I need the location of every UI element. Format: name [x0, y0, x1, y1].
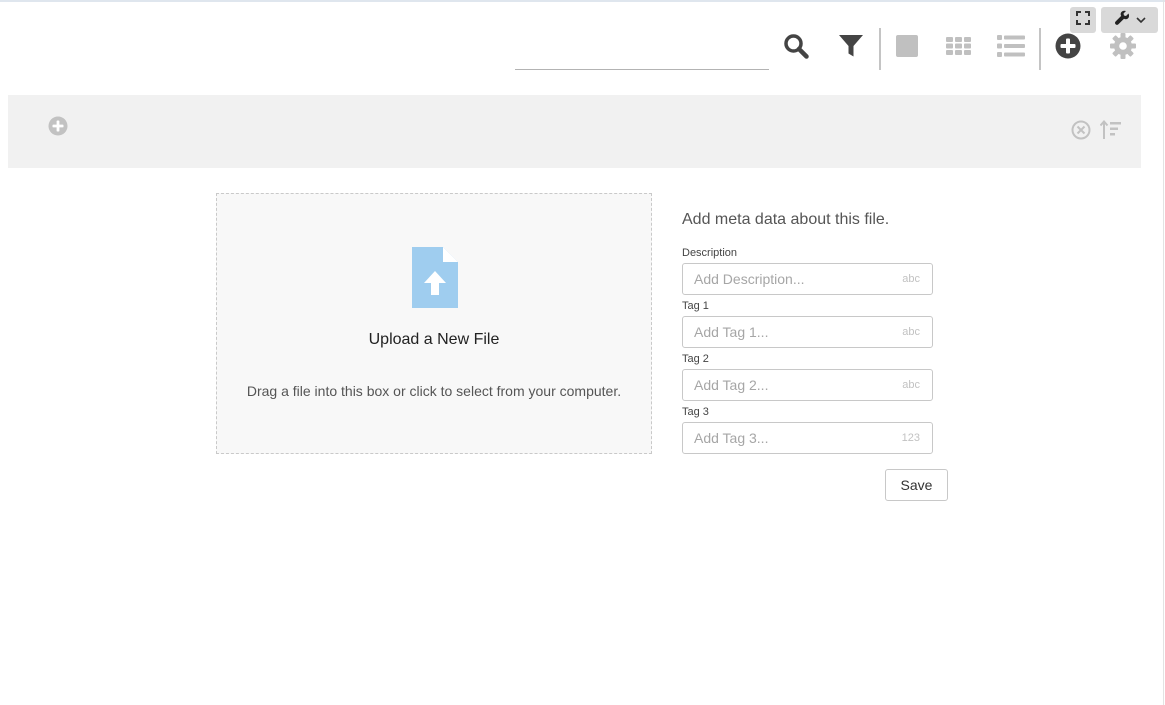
expand-icon: [1076, 10, 1090, 30]
file-upload-dropzone[interactable]: Upload a New File Drag a file into this …: [216, 193, 652, 454]
list-view-button[interactable]: [996, 32, 1026, 64]
square-view-icon: [896, 34, 918, 62]
search-field[interactable]: [515, 28, 769, 70]
tools-menu-button[interactable]: [1101, 7, 1158, 33]
meta-data-title: Add meta data about this file.: [682, 211, 890, 228]
upload-title: Upload a New File: [368, 331, 500, 348]
file-upload-icon: [412, 247, 458, 313]
tag1-field[interactable]: abc: [682, 316, 933, 348]
search-input[interactable]: [515, 28, 769, 69]
toolbar-separator: [1039, 28, 1041, 70]
tag3-label: Tag 3: [682, 406, 709, 418]
fullscreen-button[interactable]: [1070, 7, 1096, 33]
add-button[interactable]: [1054, 32, 1082, 64]
tag1-input[interactable]: [683, 317, 894, 347]
wrench-icon: [1114, 10, 1130, 31]
save-button[interactable]: Save: [885, 469, 948, 501]
chevron-down-icon: [1135, 11, 1146, 29]
window-right-border: [1163, 0, 1164, 705]
settings-button[interactable]: [1109, 32, 1137, 64]
tag2-input[interactable]: [683, 370, 894, 400]
upload-hint: Drag a file into this box or click to se…: [246, 383, 622, 399]
gear-icon: [1110, 32, 1136, 64]
description-input[interactable]: [683, 264, 894, 294]
sort-icon[interactable]: [1099, 119, 1122, 146]
description-field[interactable]: abc: [682, 263, 933, 295]
window-top-border: [0, 0, 1165, 2]
text-type-indicator: abc: [902, 326, 920, 338]
plus-circle-icon[interactable]: [48, 116, 68, 141]
plus-circle-icon: [1055, 33, 1081, 64]
text-type-indicator: abc: [902, 273, 920, 285]
tile-view-button[interactable]: [893, 32, 921, 64]
search-button[interactable]: [780, 32, 812, 64]
tag2-field[interactable]: abc: [682, 369, 933, 401]
tag3-field[interactable]: 123: [682, 422, 933, 454]
tag1-label: Tag 1: [682, 300, 709, 312]
text-type-indicator: abc: [902, 379, 920, 391]
tag3-input[interactable]: [683, 423, 894, 453]
number-type-indicator: 123: [901, 432, 920, 444]
filter-icon: [838, 33, 864, 64]
list-view-icon: [997, 34, 1025, 62]
collection-header-band: [8, 95, 1141, 168]
grid-view-icon: [945, 36, 971, 60]
filter-button[interactable]: [836, 32, 866, 64]
search-icon: [783, 33, 809, 64]
clear-circle-icon[interactable]: [1071, 120, 1091, 145]
toolbar-separator: [879, 28, 881, 70]
tag2-label: Tag 2: [682, 353, 709, 365]
description-label: Description: [682, 247, 738, 259]
grid-view-button[interactable]: [944, 32, 972, 64]
